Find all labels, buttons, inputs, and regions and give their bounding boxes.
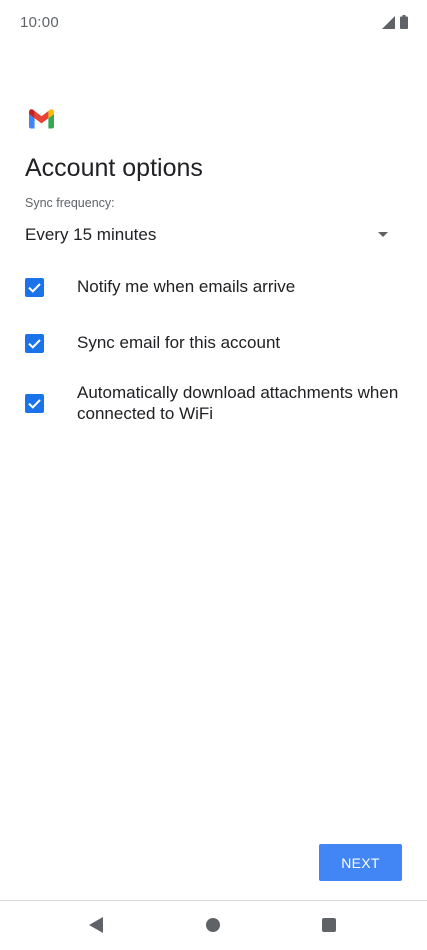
recents-icon[interactable] — [322, 918, 336, 932]
status-icons — [382, 15, 408, 29]
checkbox-checked-icon[interactable] — [25, 278, 44, 297]
option-label: Notify me when emails arrive — [77, 277, 296, 296]
option-label: Sync email for this account — [77, 333, 281, 352]
dropdown-arrow-icon — [378, 232, 388, 237]
status-time: 10:00 — [20, 14, 60, 31]
sync-frequency-dropdown[interactable]: Every 15 minutes — [25, 222, 402, 250]
option-notify-emails[interactable]: Notify me when emails arrive — [0, 276, 427, 298]
status-bar: 10:00 — [0, 0, 427, 46]
option-label: Automatically download attachments when … — [77, 383, 399, 423]
checkbox-checked-icon[interactable] — [25, 334, 44, 353]
gmail-logo-icon — [29, 109, 54, 129]
sync-frequency-label: Sync frequency: — [25, 196, 115, 210]
option-sync-email[interactable]: Sync email for this account — [0, 332, 427, 354]
checkbox-checked-icon[interactable] — [25, 394, 44, 413]
sync-frequency-value: Every 15 minutes — [25, 225, 157, 244]
option-auto-download[interactable]: Automatically download attachments when … — [0, 382, 427, 426]
battery-icon — [400, 15, 408, 29]
navigation-bar — [0, 901, 427, 950]
next-button[interactable]: NEXT — [319, 844, 402, 881]
page-title: Account options — [25, 154, 203, 182]
back-icon[interactable] — [89, 917, 103, 933]
home-icon[interactable] — [206, 918, 220, 932]
signal-icon — [382, 15, 395, 29]
